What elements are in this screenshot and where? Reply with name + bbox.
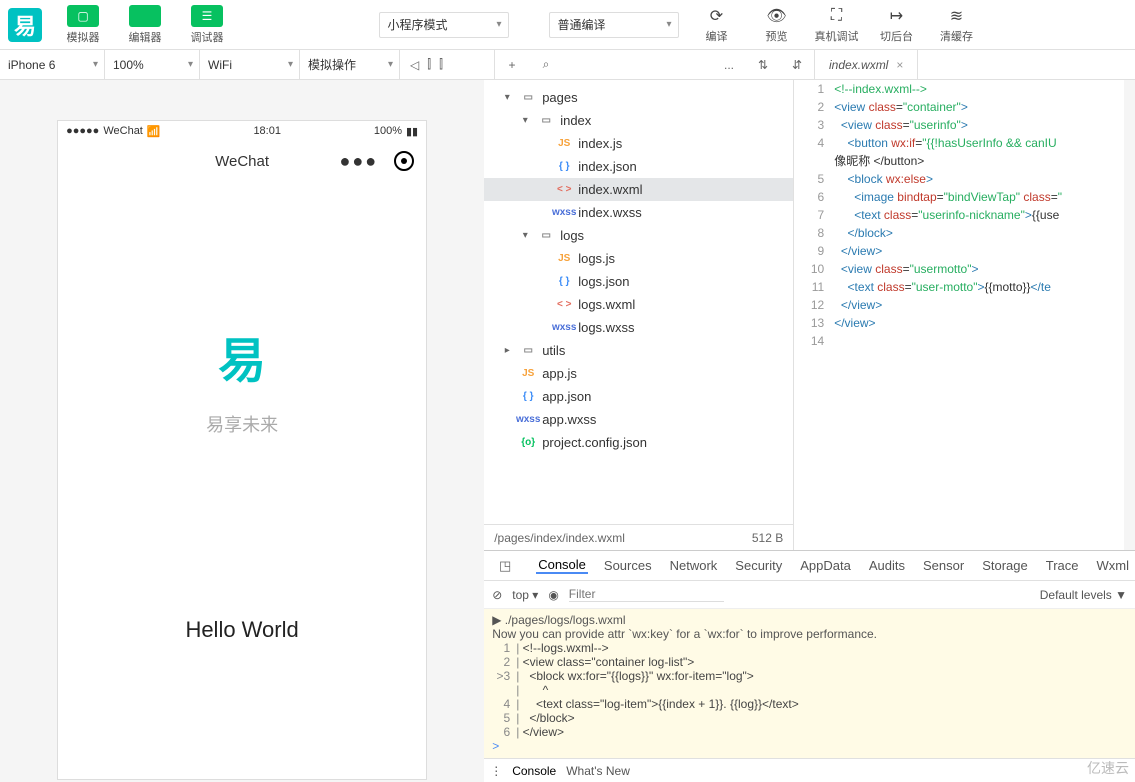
sub-select-iPhone 6[interactable]: iPhone 6 bbox=[0, 50, 105, 79]
phone-title: WeChat bbox=[215, 153, 269, 170]
new-file-icon[interactable]: + bbox=[495, 50, 529, 79]
action-切后台[interactable]: ↦切后台 bbox=[867, 3, 927, 47]
tab-icon: ☰ bbox=[191, 5, 223, 27]
devtab-Trace[interactable]: Trace bbox=[1044, 558, 1081, 573]
devtab-Wxml[interactable]: Wxml bbox=[1095, 558, 1132, 573]
eye-icon[interactable]: ◉ bbox=[548, 588, 558, 602]
sub-select-模拟操作[interactable]: 模拟操作 bbox=[300, 50, 400, 79]
drawer-tab-What's New[interactable]: What's New bbox=[566, 764, 630, 778]
sim-tool-icon[interactable]: ◁ bbox=[410, 58, 419, 72]
drawer-tab-Console[interactable]: Console bbox=[512, 764, 556, 778]
phone-nav: WeChat ●●● bbox=[58, 141, 426, 181]
main-area: ●●●●● WeChat 📶 18:01 100% ▮▮ WeChat ●●● … bbox=[0, 80, 1135, 782]
devtab-Security[interactable]: Security bbox=[733, 558, 784, 573]
app-logo: 易 bbox=[8, 8, 42, 42]
console-toolbar: ⊘ top ▾ ◉ Default levels ▼ bbox=[484, 581, 1135, 609]
file-path: /pages/index/index.wxml bbox=[494, 531, 625, 545]
sort-icon[interactable]: ⇅ bbox=[746, 50, 780, 79]
tree-item-logs.wxss[interactable]: wxsslogs.wxss bbox=[484, 316, 793, 339]
collapse-icon[interactable]: ⇵ bbox=[780, 50, 814, 79]
tree-item-logs.js[interactable]: JSlogs.js bbox=[484, 247, 793, 270]
context-select[interactable]: top bbox=[512, 588, 529, 602]
编译-icon: ⟳ bbox=[710, 6, 723, 26]
app-subtitle: 易享未来 bbox=[206, 411, 278, 437]
inspect-icon[interactable]: ◳ bbox=[488, 558, 522, 574]
sub-select-100%[interactable]: 100% bbox=[105, 50, 200, 79]
editor-tab[interactable]: index.wxml × bbox=[815, 50, 918, 79]
compile-mode-select[interactable]: 普通编译 bbox=[549, 12, 679, 38]
tree-item-index.js[interactable]: JSindex.js bbox=[484, 132, 793, 155]
tree-item-project.config.json[interactable]: {o}project.config.json bbox=[484, 431, 793, 454]
devtools-panel: ◳ Console Sources Network Security AppData Au… bbox=[484, 550, 1135, 782]
tree-item-logs.wxml[interactable]: < >logs.wxml bbox=[484, 293, 793, 316]
预览-icon: 👁 bbox=[766, 6, 786, 26]
file-status-bar: /pages/index/index.wxml 512 B bbox=[484, 524, 793, 550]
status-time: 18:01 bbox=[161, 125, 374, 137]
watermark: 亿速云 bbox=[1087, 758, 1129, 778]
action-真机调试[interactable]: ⛶真机调试 bbox=[807, 3, 867, 47]
phone-status-bar: ●●●●● WeChat 📶 18:01 100% ▮▮ bbox=[58, 121, 426, 141]
file-size: 512 B bbox=[752, 531, 783, 545]
devtab-Console[interactable]: Console bbox=[536, 557, 588, 574]
status-carrier: ●●●●● WeChat 📶 bbox=[66, 125, 160, 138]
app-avatar[interactable]: 易 bbox=[218, 321, 266, 391]
file-explorer: ▾▭pages▾▭indexJSindex.js{ }index.json< >… bbox=[484, 80, 794, 550]
真机调试-icon: ⛶ bbox=[831, 6, 842, 26]
more-icon[interactable]: ... bbox=[712, 50, 746, 79]
phone-frame: ●●●●● WeChat 📶 18:01 100% ▮▮ WeChat ●●● … bbox=[57, 120, 427, 780]
tree-item-index.json[interactable]: { }index.json bbox=[484, 155, 793, 178]
tree-item-pages[interactable]: ▾▭pages bbox=[484, 86, 793, 109]
close-icon[interactable]: × bbox=[896, 58, 903, 72]
清缓存-icon: ≋ bbox=[950, 6, 963, 26]
sub-toolbar: iPhone 6100%WiFi模拟操作 ◁ ⫿ ⫿ +⌕...⇅⇵ index.wx… bbox=[0, 50, 1135, 80]
tree-item-app.json[interactable]: { }app.json bbox=[484, 385, 793, 408]
devtools-drawer: ⋮ Console What's New bbox=[484, 758, 1135, 782]
devtab-Audits[interactable]: Audits bbox=[867, 558, 907, 573]
tree-item-index.wxss[interactable]: wxssindex.wxss bbox=[484, 201, 793, 224]
devtab-Network[interactable]: Network bbox=[668, 558, 720, 573]
top-tab-编辑器[interactable]: 编辑器 bbox=[114, 2, 176, 48]
action-预览[interactable]: 👁预览 bbox=[747, 3, 807, 47]
console-output[interactable]: ▶ ./pages/logs/logs.wxml Now you can pro… bbox=[484, 609, 1135, 758]
drawer-toggle-icon[interactable]: ⋮ bbox=[490, 764, 502, 778]
menu-dots-icon[interactable]: ●●● bbox=[339, 151, 378, 172]
log-levels-select[interactable]: Default levels ▼ bbox=[1040, 588, 1127, 602]
切后台-icon: ↦ bbox=[890, 6, 903, 26]
status-battery: 100% ▮▮ bbox=[374, 125, 418, 138]
tree-item-app.js[interactable]: JSapp.js bbox=[484, 362, 793, 385]
devtab-AppData[interactable]: AppData bbox=[798, 558, 853, 573]
console-filter-input[interactable] bbox=[569, 587, 724, 602]
devtab-Sensor[interactable]: Sensor bbox=[921, 558, 966, 573]
action-清缓存[interactable]: ≋清缓存 bbox=[927, 3, 987, 47]
sim-tool-icon[interactable]: ⫿ bbox=[427, 57, 431, 72]
code-editor[interactable]: 1234567891011121314 <!--index.wxml--><vi… bbox=[794, 80, 1124, 550]
program-mode-select[interactable]: 小程序模式 bbox=[379, 12, 509, 38]
tree-item-utils[interactable]: ▸▭utils bbox=[484, 339, 793, 362]
tab-icon bbox=[129, 5, 161, 27]
tree-item-app.wxss[interactable]: wxssapp.wxss bbox=[484, 408, 793, 431]
search-icon[interactable]: ⌕ bbox=[529, 50, 563, 79]
tree-item-index.wxml[interactable]: < >index.wxml bbox=[484, 178, 793, 201]
top-toolbar: 易 ▢模拟器编辑器☰调试器 小程序模式 普通编译 ⟳编译👁预览⛶真机调试↦切后台… bbox=[0, 0, 1135, 50]
tab-icon: ▢ bbox=[67, 5, 99, 27]
editor-tab-label: index.wxml bbox=[829, 58, 888, 72]
devtab-Sources[interactable]: Sources bbox=[602, 558, 654, 573]
greeting-text: Hello World bbox=[185, 617, 298, 643]
top-tab-模拟器[interactable]: ▢模拟器 bbox=[52, 2, 114, 48]
tree-item-index[interactable]: ▾▭index bbox=[484, 109, 793, 132]
tree-item-logs[interactable]: ▾▭logs bbox=[484, 224, 793, 247]
action-编译[interactable]: ⟳编译 bbox=[687, 3, 747, 47]
simulator-pane: ●●●●● WeChat 📶 18:01 100% ▮▮ WeChat ●●● … bbox=[0, 80, 484, 782]
tree-item-logs.json[interactable]: { }logs.json bbox=[484, 270, 793, 293]
top-tab-调试器[interactable]: ☰调试器 bbox=[176, 2, 238, 48]
sub-select-WiFi[interactable]: WiFi bbox=[200, 50, 300, 79]
sim-tool-icon[interactable]: ⫿ bbox=[439, 57, 443, 72]
clear-console-icon[interactable]: ⊘ bbox=[492, 588, 502, 602]
devtab-Storage[interactable]: Storage bbox=[980, 558, 1030, 573]
close-circle-icon[interactable] bbox=[394, 151, 414, 171]
phone-content: 易 易享未来 Hello World bbox=[58, 181, 426, 779]
